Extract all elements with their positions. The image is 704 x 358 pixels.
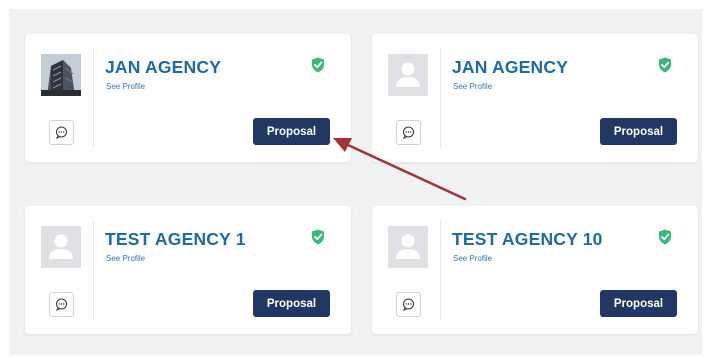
agency-name: TEST AGENCY 1 <box>105 229 246 249</box>
see-profile-link[interactable]: See Profile <box>453 82 492 91</box>
chat-button[interactable] <box>49 292 74 317</box>
shield-check-icon <box>659 57 671 73</box>
agency-avatar <box>388 54 428 96</box>
agency-name: JAN AGENCY <box>105 57 222 77</box>
agency-card: TEST AGENCY 10 See Profile Proposal <box>372 206 698 334</box>
shield-check-icon <box>659 229 671 245</box>
chat-button[interactable] <box>49 120 74 145</box>
user-placeholder-icon <box>49 234 73 259</box>
agency-avatar <box>41 54 81 96</box>
card-divider <box>440 220 441 320</box>
chat-button[interactable] <box>396 120 421 145</box>
agency-avatar <box>388 226 428 268</box>
agency-list-panel: JAN AGENCY See Profile Proposal JAN AGEN… <box>9 9 702 355</box>
chat-bubble-icon <box>55 298 67 311</box>
proposal-button[interactable]: Proposal <box>600 290 677 317</box>
agency-avatar <box>41 226 81 268</box>
chat-button[interactable] <box>396 292 421 317</box>
shield-check-icon <box>312 57 324 73</box>
chat-bubble-icon <box>402 126 414 139</box>
chat-bubble-icon <box>55 126 67 139</box>
agency-name: TEST AGENCY 10 <box>452 229 603 249</box>
proposal-button[interactable]: Proposal <box>600 118 677 145</box>
user-placeholder-icon <box>396 234 420 259</box>
see-profile-link[interactable]: See Profile <box>106 254 145 263</box>
proposal-button[interactable]: Proposal <box>253 118 330 145</box>
user-placeholder-icon <box>396 62 420 87</box>
chat-bubble-icon <box>402 298 414 311</box>
agency-card: JAN AGENCY See Profile Proposal <box>372 34 698 162</box>
agency-card: JAN AGENCY See Profile Proposal <box>25 34 351 162</box>
agency-name: JAN AGENCY <box>452 57 569 77</box>
shield-check-icon <box>312 229 324 245</box>
card-divider <box>440 48 441 148</box>
card-divider <box>93 48 94 148</box>
see-profile-link[interactable]: See Profile <box>106 82 145 91</box>
agency-card: TEST AGENCY 1 See Profile Proposal <box>25 206 351 334</box>
proposal-button[interactable]: Proposal <box>253 290 330 317</box>
see-profile-link[interactable]: See Profile <box>453 254 492 263</box>
card-divider <box>93 220 94 320</box>
